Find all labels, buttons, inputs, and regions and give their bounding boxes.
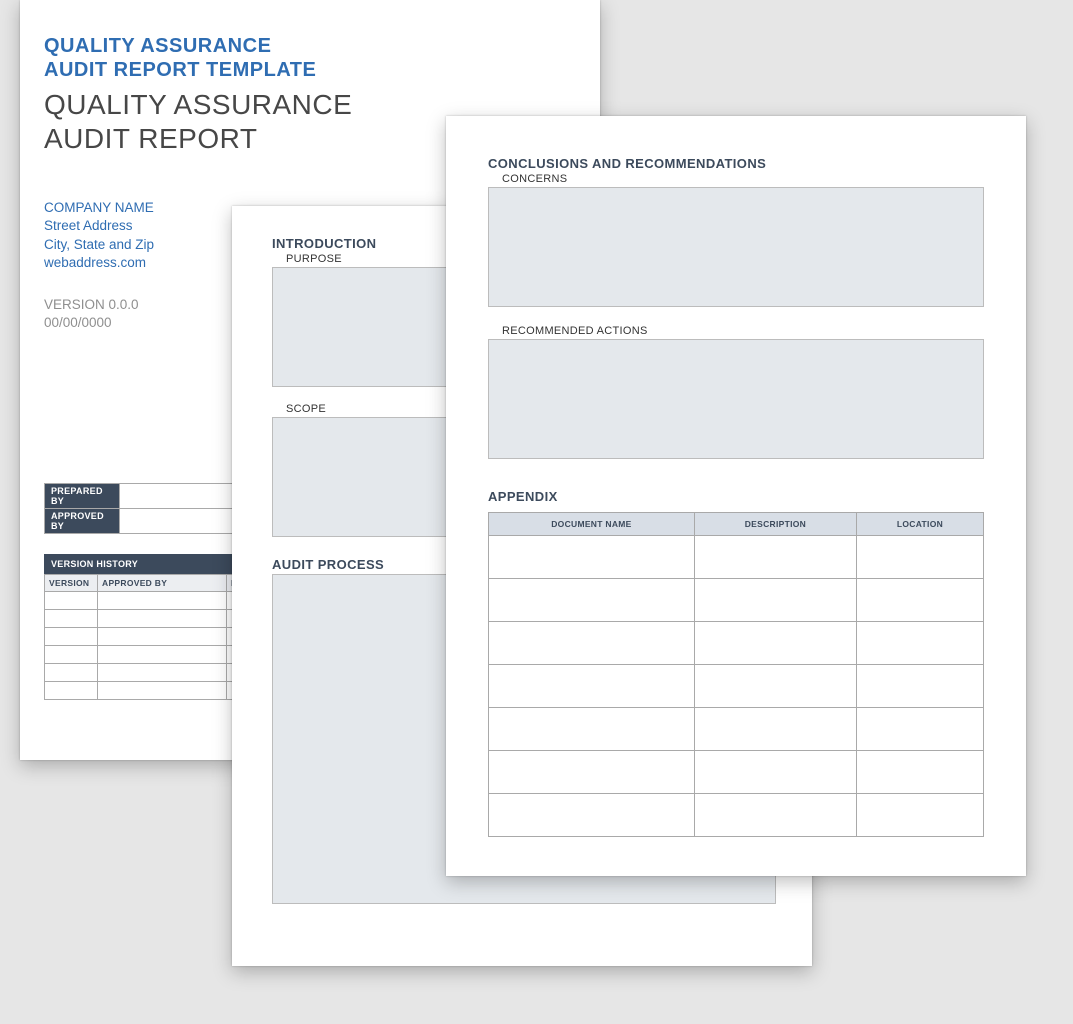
table-cell <box>694 751 856 794</box>
table-cell <box>98 609 227 627</box>
table-cell <box>694 794 856 837</box>
conclusions-heading: CONCLUSIONS AND RECOMMENDATIONS <box>488 156 984 171</box>
table-row <box>489 665 984 708</box>
table-row <box>489 751 984 794</box>
template-title: QUALITY ASSURANCE AUDIT REPORT TEMPLATE <box>44 34 564 82</box>
table-cell <box>856 708 983 751</box>
table-cell <box>694 536 856 579</box>
table-cell <box>489 579 695 622</box>
appendix-table: DOCUMENT NAME DESCRIPTION LOCATION <box>488 512 984 837</box>
canvas: QUALITY ASSURANCE AUDIT REPORT TEMPLATE … <box>0 0 1073 1024</box>
table-row <box>489 536 984 579</box>
concerns-box <box>488 187 984 307</box>
col-document-name: DOCUMENT NAME <box>489 513 695 536</box>
table-cell <box>489 622 695 665</box>
table-cell <box>45 663 98 681</box>
table-cell <box>45 681 98 699</box>
table-cell <box>856 622 983 665</box>
col-approved-by: APPROVED BY <box>98 574 227 591</box>
table-cell <box>98 627 227 645</box>
table-cell <box>856 665 983 708</box>
table-cell <box>694 579 856 622</box>
page-3: CONCLUSIONS AND RECOMMENDATIONS CONCERNS… <box>446 116 1026 876</box>
table-cell <box>694 665 856 708</box>
table-cell <box>694 622 856 665</box>
prepared-by-label: PREPARED BY <box>45 483 120 508</box>
table-cell <box>856 751 983 794</box>
table-cell <box>856 579 983 622</box>
table-cell <box>489 536 695 579</box>
template-title-line1: QUALITY ASSURANCE <box>44 34 564 58</box>
table-row <box>489 622 984 665</box>
col-location: LOCATION <box>856 513 983 536</box>
template-title-line2: AUDIT REPORT TEMPLATE <box>44 58 564 82</box>
table-cell <box>489 665 695 708</box>
table-cell <box>856 794 983 837</box>
table-row: DOCUMENT NAME DESCRIPTION LOCATION <box>489 513 984 536</box>
recommended-actions-box <box>488 339 984 459</box>
table-cell <box>45 645 98 663</box>
table-row <box>489 794 984 837</box>
appendix-heading: APPENDIX <box>488 489 984 504</box>
table-cell <box>856 536 983 579</box>
col-description: DESCRIPTION <box>694 513 856 536</box>
table-cell <box>45 609 98 627</box>
table-cell <box>45 627 98 645</box>
table-cell <box>98 663 227 681</box>
table-cell <box>98 681 227 699</box>
table-cell <box>45 591 98 609</box>
table-cell <box>489 794 695 837</box>
approved-by-label: APPROVED BY <box>45 508 120 533</box>
table-cell <box>98 645 227 663</box>
recommended-actions-label: RECOMMENDED ACTIONS <box>502 325 984 337</box>
table-cell <box>694 708 856 751</box>
table-cell <box>489 708 695 751</box>
table-row <box>489 708 984 751</box>
col-version: VERSION <box>45 574 98 591</box>
table-row <box>489 579 984 622</box>
concerns-label: CONCERNS <box>502 173 984 185</box>
table-cell <box>489 751 695 794</box>
table-cell <box>98 591 227 609</box>
